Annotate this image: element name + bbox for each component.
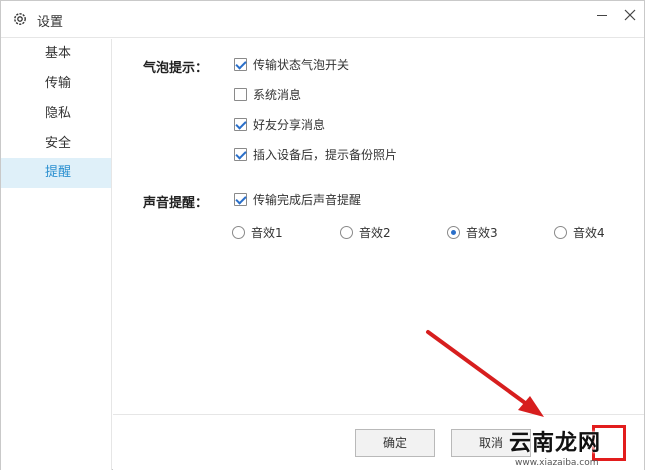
gear-icon <box>12 11 28 27</box>
checkbox-box <box>234 57 247 71</box>
minimize-icon <box>597 14 607 16</box>
sound-effect-4-radio[interactable]: 音效4 <box>554 223 605 241</box>
sidebar-item-security[interactable]: 安全 <box>1 129 111 159</box>
checkbox-box <box>234 147 247 161</box>
sound-effect-3-radio[interactable]: 音效3 <box>447 223 498 241</box>
checkbox-label: 系统消息 <box>253 87 302 102</box>
bubble-backup-photos-checkbox[interactable]: 插入设备后，提示备份照片 <box>234 145 397 163</box>
window-title: 设置 <box>37 15 64 30</box>
checkbox-label: 好友分享消息 <box>253 117 326 132</box>
bubble-friend-share-checkbox[interactable]: 好友分享消息 <box>234 115 325 133</box>
annotation-arrow-icon <box>426 330 544 417</box>
radio-label: 音效2 <box>359 225 391 240</box>
radio-label: 音效1 <box>251 225 283 240</box>
sound-effect-1-radio[interactable]: 音效1 <box>232 223 283 241</box>
sidebar-item-privacy[interactable]: 隐私 <box>1 99 111 129</box>
bubble-transfer-status-checkbox[interactable]: 传输状态气泡开关 <box>234 55 349 73</box>
sidebar-item-transfer[interactable]: 传输 <box>1 69 111 99</box>
checkbox-box <box>234 87 247 101</box>
close-button[interactable] <box>619 5 641 25</box>
reminder-settings-panel: 气泡提示： 传输状态气泡开关 系统消息 好友分享消息 插入设备后，提示备份照片 … <box>113 39 644 414</box>
radio-circle <box>447 225 460 239</box>
watermark-text: 云南龙网 <box>509 431 602 456</box>
sound-effect-2-radio[interactable]: 音效2 <box>340 223 391 241</box>
radio-label: 音效4 <box>573 225 605 240</box>
minimize-button[interactable] <box>591 5 613 25</box>
checkbox-label: 插入设备后，提示备份照片 <box>253 147 398 162</box>
radio-circle <box>232 225 245 239</box>
sound-transfer-complete-checkbox[interactable]: 传输完成后声音提醒 <box>234 190 361 208</box>
checkbox-box <box>234 192 247 206</box>
site-watermark: 云南龙网 www.xiazaiba.com <box>509 425 637 470</box>
checkbox-box <box>234 117 247 131</box>
bubble-section-label: 气泡提示： <box>143 61 209 76</box>
settings-sidebar: 基本 传输 隐私 安全 提醒 <box>1 39 112 470</box>
ok-button[interactable]: 确定 <box>355 429 435 457</box>
close-icon <box>624 9 636 21</box>
title-bar: 设置 <box>1 1 644 38</box>
watermark-url: www.xiazaiba.com <box>515 458 599 468</box>
sidebar-item-reminder[interactable]: 提醒 <box>1 158 111 188</box>
sidebar-item-basic[interactable]: 基本 <box>1 39 111 69</box>
bubble-system-message-checkbox[interactable]: 系统消息 <box>234 85 301 103</box>
checkbox-label: 传输状态气泡开关 <box>253 57 350 72</box>
radio-circle <box>554 225 567 239</box>
checkbox-label: 传输完成后声音提醒 <box>253 192 362 207</box>
sound-section-label: 声音提醒： <box>143 196 209 211</box>
radio-label: 音效3 <box>466 225 498 240</box>
radio-circle <box>340 225 353 239</box>
